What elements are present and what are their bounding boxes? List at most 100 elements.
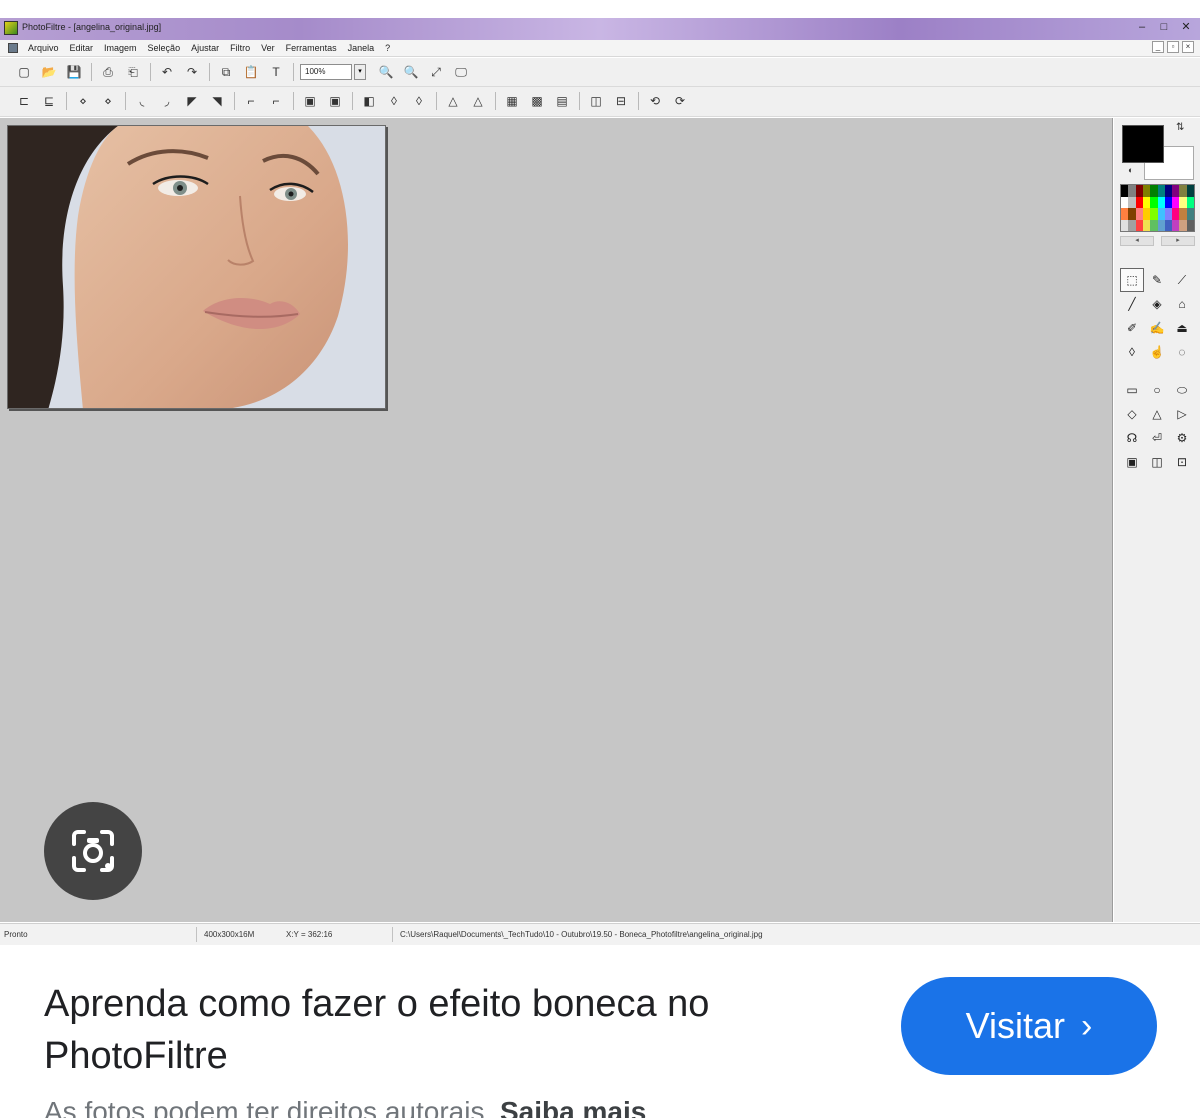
palette-swatch[interactable]	[1164, 219, 1173, 231]
image-workspace[interactable]	[0, 118, 1113, 922]
saturation-minus-icon[interactable]: ⌐	[241, 92, 261, 110]
palette-next-button[interactable]: ▸	[1161, 236, 1195, 246]
palette-swatch[interactable]	[1121, 219, 1129, 231]
doc-minimize-button[interactable]: _	[1152, 41, 1164, 53]
auto-levels-icon[interactable]: ⋄	[73, 92, 93, 110]
menu-arquivo[interactable]: Arquivo	[28, 43, 59, 53]
contrast-minus-icon[interactable]: ◤	[182, 92, 202, 110]
color-variation-icon[interactable]: ▦	[502, 92, 522, 110]
result-title[interactable]: Aprenda como fazer o efeito boneca no Ph…	[44, 978, 874, 1082]
palette-swatch[interactable]	[1164, 185, 1173, 197]
palette-swatch[interactable]	[1157, 208, 1165, 220]
blur-drop-tool-icon[interactable]: ◊	[1120, 340, 1144, 364]
scanner-icon[interactable]: ⎗	[123, 63, 143, 81]
selection-tool-icon[interactable]: ⬚	[1120, 268, 1144, 292]
zoom-out-icon[interactable]: 🔍	[401, 63, 421, 81]
brush-tool-icon[interactable]: ✐	[1120, 316, 1144, 340]
palette-swatch[interactable]	[1121, 196, 1129, 208]
fill-tool-icon[interactable]: ◈	[1145, 292, 1169, 316]
palette-swatch[interactable]	[1179, 185, 1187, 197]
sharpen-icon[interactable]: ◊	[409, 92, 429, 110]
eyedropper-tool-icon[interactable]: ✎	[1145, 268, 1169, 292]
menu-imagem[interactable]: Imagem	[104, 43, 137, 53]
selection-mode-alt-icon[interactable]: ⊑	[39, 92, 59, 110]
palette-swatch[interactable]	[1135, 196, 1143, 208]
custom-shape-icon[interactable]: ⚙	[1170, 426, 1194, 450]
negative-icon[interactable]: ▩	[527, 92, 547, 110]
select-all-icon[interactable]: ▣	[1120, 450, 1144, 474]
palette-swatch[interactable]	[1135, 208, 1143, 220]
palette-swatch[interactable]	[1157, 196, 1165, 208]
zoom-level-field[interactable]: 100%	[300, 64, 352, 80]
palette-swatch[interactable]	[1128, 196, 1136, 208]
palette-prev-button[interactable]: ◂	[1120, 236, 1154, 246]
rounded-rect-shape-icon[interactable]: ⬭	[1170, 378, 1194, 402]
magic-wand-tool-icon[interactable]: ⟋	[1170, 268, 1194, 292]
line-tool-icon[interactable]: ╱	[1120, 292, 1144, 316]
menu-filtro[interactable]: Filtro	[230, 43, 250, 53]
doc-close-button[interactable]: ×	[1182, 41, 1194, 53]
menu-ver[interactable]: Ver	[261, 43, 275, 53]
contrast-plus-icon[interactable]: ◥	[207, 92, 227, 110]
save-icon[interactable]: 💾	[64, 63, 84, 81]
triangle-shape-icon[interactable]: △	[1145, 402, 1169, 426]
clone-tool-icon[interactable]: ◌	[1170, 340, 1194, 364]
soften-icon[interactable]: ◊	[384, 92, 404, 110]
spray-tool-icon[interactable]: ⌂	[1170, 292, 1194, 316]
palette-swatch[interactable]	[1128, 219, 1136, 231]
reset-colors-icon[interactable]: ◐	[1128, 165, 1133, 175]
menu-selecao[interactable]: Seleção	[148, 43, 181, 53]
rotate-left-icon[interactable]: ⟲	[645, 92, 665, 110]
palette-swatch[interactable]	[1179, 196, 1187, 208]
palette-swatch[interactable]	[1142, 219, 1151, 231]
fit-window-icon[interactable]: ⤢	[426, 63, 446, 81]
maximize-button[interactable]: □	[1154, 19, 1174, 37]
print-icon[interactable]: ⎙	[98, 63, 118, 81]
palette-swatch[interactable]	[1150, 219, 1158, 231]
palette-swatch[interactable]	[1172, 208, 1180, 220]
lasso-shape-icon[interactable]: ☊	[1120, 426, 1144, 450]
palette-swatch[interactable]	[1121, 208, 1129, 220]
copy-icon[interactable]: ⧉	[216, 63, 236, 81]
palette-swatch[interactable]	[1157, 219, 1165, 231]
document-menu-icon[interactable]	[8, 43, 18, 53]
palette-swatch[interactable]	[1164, 208, 1173, 220]
flip-horizontal-icon[interactable]: ◫	[586, 92, 606, 110]
palette-swatch[interactable]	[1186, 208, 1194, 220]
open-file-icon[interactable]: 📂	[39, 63, 59, 81]
hide-selection-icon[interactable]: ⊡	[1170, 450, 1194, 474]
menu-ajustar[interactable]: Ajustar	[191, 43, 219, 53]
new-file-icon[interactable]: ▢	[14, 63, 34, 81]
saturation-plus-icon[interactable]: ⌐	[266, 92, 286, 110]
palette-swatch[interactable]	[1172, 185, 1180, 197]
stamp-tool-icon[interactable]: ⏏	[1170, 316, 1194, 340]
fullscreen-icon[interactable]: 🖵	[451, 63, 471, 81]
swap-colors-icon[interactable]: ⇅	[1176, 122, 1184, 133]
text-tool-icon[interactable]: T	[266, 63, 286, 81]
blur-icon[interactable]: ◧	[359, 92, 379, 110]
menu-ferramentas[interactable]: Ferramentas	[286, 43, 337, 53]
palette-swatch[interactable]	[1186, 196, 1194, 208]
palette-swatch[interactable]	[1128, 208, 1136, 220]
sepia-icon[interactable]: ▣	[325, 92, 345, 110]
palette-swatch[interactable]	[1172, 219, 1180, 231]
smudge-tool-icon[interactable]: ☝	[1145, 340, 1169, 364]
color-palette[interactable]	[1120, 184, 1195, 232]
palette-swatch[interactable]	[1142, 196, 1151, 208]
selection-mode-icon[interactable]: ⊏	[14, 92, 34, 110]
polygon-shape-icon[interactable]: ⏎	[1145, 426, 1169, 450]
visit-button[interactable]: Visitar ›	[901, 977, 1157, 1075]
rotate-right-icon[interactable]: ⟳	[670, 92, 690, 110]
palette-swatch[interactable]	[1142, 208, 1151, 220]
palette-swatch[interactable]	[1164, 196, 1173, 208]
flip-vertical-icon[interactable]: ⊟	[611, 92, 631, 110]
palette-swatch[interactable]	[1135, 185, 1143, 197]
palette-swatch[interactable]	[1186, 219, 1194, 231]
grayscale-icon[interactable]: ▣	[300, 92, 320, 110]
undo-icon[interactable]: ↶	[157, 63, 177, 81]
foreground-color-swatch[interactable]	[1122, 125, 1164, 163]
palette-swatch[interactable]	[1150, 208, 1158, 220]
frame-icon[interactable]: ▤	[552, 92, 572, 110]
document-window[interactable]	[7, 125, 386, 409]
advanced-brush-tool-icon[interactable]: ✍	[1145, 316, 1169, 340]
